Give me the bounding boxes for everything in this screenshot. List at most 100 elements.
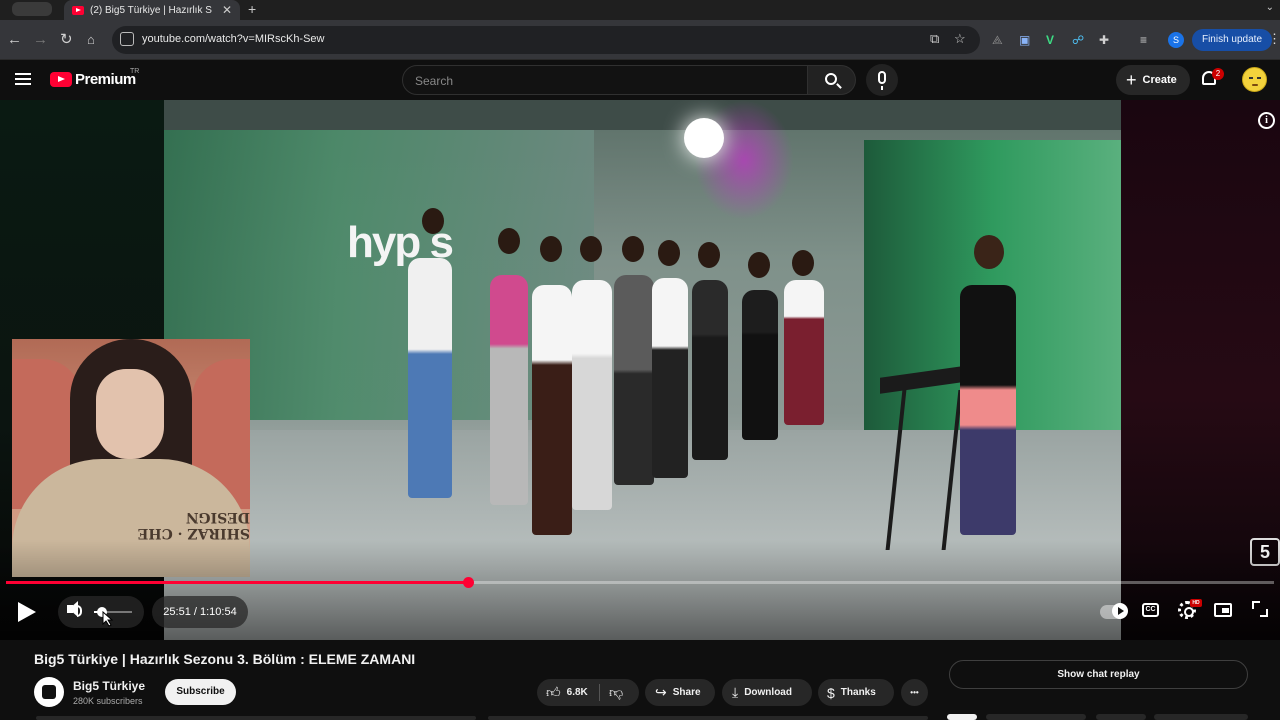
- search-button[interactable]: [808, 65, 856, 95]
- autoplay-toggle[interactable]: [1100, 603, 1128, 619]
- youtube-favicon-icon: [72, 5, 84, 15]
- media-controls-icon[interactable]: ≡: [1140, 32, 1147, 48]
- filter-chip[interactable]: [1096, 714, 1146, 720]
- mouse-cursor-icon: [102, 611, 114, 627]
- person-head: [748, 252, 770, 278]
- play-icon[interactable]: [18, 602, 36, 622]
- miniplayer-icon[interactable]: [1214, 603, 1232, 617]
- subscriber-count: 280K subscribers: [73, 696, 143, 706]
- person-figure: [784, 280, 824, 425]
- youtube-premium-wordmark[interactable]: Premium: [75, 71, 136, 88]
- search-input[interactable]: [415, 72, 795, 90]
- tab-title: (2) Big5 Türkiye | Hazırlık Sezonu 3. Bö…: [90, 4, 212, 16]
- download-label: Download: [744, 687, 792, 698]
- more-actions-button[interactable]: •••: [901, 679, 928, 706]
- back-icon[interactable]: ←: [7, 31, 22, 49]
- person-figure: [652, 278, 688, 478]
- studio-spotlight: [684, 118, 724, 158]
- address-bar[interactable]: youtube.com/watch?v=MIRscKh-Sew ⧉ ☆: [112, 26, 980, 54]
- hd-badge: HD: [1190, 599, 1202, 607]
- progress-played: [6, 581, 469, 584]
- video-title: Big5 Türkiye | Hazırlık Sezonu 3. Bölüm …: [34, 651, 416, 667]
- install-icon[interactable]: ⧉: [930, 31, 939, 47]
- voice-search-button[interactable]: [866, 64, 898, 96]
- volume-wave: [77, 605, 82, 617]
- bookmark-star-icon[interactable]: ☆: [954, 31, 966, 47]
- progress-bar[interactable]: [6, 577, 1274, 588]
- thanks-label: Thanks: [840, 687, 876, 698]
- studio-ceiling: [164, 100, 1121, 130]
- new-tab-button[interactable]: +: [248, 0, 256, 18]
- share-button[interactable]: ↪ Share: [645, 679, 715, 706]
- volume-icon[interactable]: [67, 601, 78, 617]
- mic-icon: [878, 71, 886, 84]
- extension-puzzle-faded-icon[interactable]: ⟁: [992, 32, 1003, 48]
- show-chat-replay-button[interactable]: Show chat replay: [949, 660, 1248, 689]
- video-player[interactable]: hyp s i 5 SHIRAZ · CHE DESIGN: [0, 100, 1280, 640]
- description-box-right[interactable]: [488, 716, 928, 720]
- browser-menu-icon[interactable]: ⋮: [1268, 31, 1280, 47]
- forward-icon[interactable]: →: [33, 31, 48, 49]
- webcam-person-face: [96, 369, 164, 459]
- account-avatar[interactable]: [1242, 67, 1267, 92]
- home-icon[interactable]: ⌂: [87, 31, 95, 49]
- person-head: [792, 250, 814, 276]
- filter-chip-all[interactable]: [947, 714, 977, 720]
- person-figure: [960, 285, 1016, 535]
- thanks-button[interactable]: $ Thanks: [818, 679, 894, 706]
- language-extension-icon[interactable]: ☍: [1072, 32, 1084, 48]
- person-figure: [742, 290, 778, 440]
- like-icon[interactable]: 👍︎: [546, 684, 561, 701]
- guide-menu-icon[interactable]: [15, 73, 31, 85]
- share-label: Share: [672, 687, 701, 698]
- browser-tab-strip: (2) Big5 Türkiye | Hazırlık Sezonu 3. Bö…: [0, 0, 1280, 20]
- tab-close-icon[interactable]: ✕: [222, 3, 232, 17]
- person-head: [698, 242, 720, 268]
- person-head: [580, 236, 602, 262]
- browser-tab-active[interactable]: (2) Big5 Türkiye | Hazırlık Sezonu 3. Bö…: [64, 0, 240, 20]
- youtube-logo-icon[interactable]: [50, 72, 72, 87]
- filter-chip[interactable]: [1154, 714, 1248, 720]
- create-button[interactable]: + Create: [1116, 65, 1190, 95]
- person-figure: [490, 275, 528, 505]
- finish-update-button[interactable]: Finish update: [1192, 29, 1272, 51]
- player-right-controls: CC HD: [1092, 596, 1280, 628]
- search-icon: [825, 73, 837, 85]
- person-figure: [532, 285, 572, 535]
- translate-extension-icon[interactable]: ▣: [1019, 32, 1030, 48]
- person-head: [422, 208, 444, 234]
- browser-toolbar: ← → ↻ ⌂ youtube.com/watch?v=MIRscKh-Sew …: [0, 20, 1280, 60]
- like-count[interactable]: 6.8K: [567, 687, 588, 698]
- volume-control[interactable]: [58, 596, 144, 628]
- channel-name[interactable]: Big5 Türkiye: [73, 679, 145, 693]
- info-icon[interactable]: i: [1258, 112, 1275, 129]
- dislike-icon[interactable]: 👎︎: [609, 684, 623, 701]
- tab-group-chip[interactable]: [12, 2, 52, 16]
- url-text[interactable]: youtube.com/watch?v=MIRscKh-Sew: [142, 33, 325, 45]
- profile-avatar[interactable]: S: [1168, 32, 1184, 48]
- person-figure: [614, 275, 654, 485]
- site-info-icon[interactable]: [120, 32, 134, 46]
- description-box[interactable]: [36, 716, 476, 720]
- share-icon: ↪: [655, 684, 667, 700]
- download-icon: ⤓: [732, 684, 739, 700]
- vue-extension-icon[interactable]: V: [1046, 32, 1054, 48]
- filter-chip[interactable]: [986, 714, 1086, 720]
- person-head: [622, 236, 644, 262]
- person-head: [540, 236, 562, 262]
- mic-stand: [881, 86, 883, 90]
- fullscreen-icon[interactable]: [1252, 601, 1268, 617]
- channel-avatar[interactable]: [34, 677, 64, 707]
- tab-search-chevron-icon[interactable]: ⌄: [1266, 2, 1274, 13]
- extensions-icon[interactable]: ✚: [1099, 32, 1109, 48]
- subscribe-button[interactable]: Subscribe: [165, 679, 236, 705]
- webcam-shirt-print: SHIRAZ · CHE DESIGN: [137, 509, 250, 541]
- download-button[interactable]: ⤓ Download: [722, 679, 812, 706]
- person-figure: [572, 280, 612, 510]
- subtitles-icon[interactable]: CC: [1142, 603, 1159, 617]
- channel-logo-icon: [42, 685, 56, 699]
- reload-icon[interactable]: ↻: [60, 31, 73, 49]
- youtube-masthead: Premium TR + Create 2: [0, 60, 1280, 100]
- create-label: Create: [1142, 74, 1177, 86]
- person-head: [658, 240, 680, 266]
